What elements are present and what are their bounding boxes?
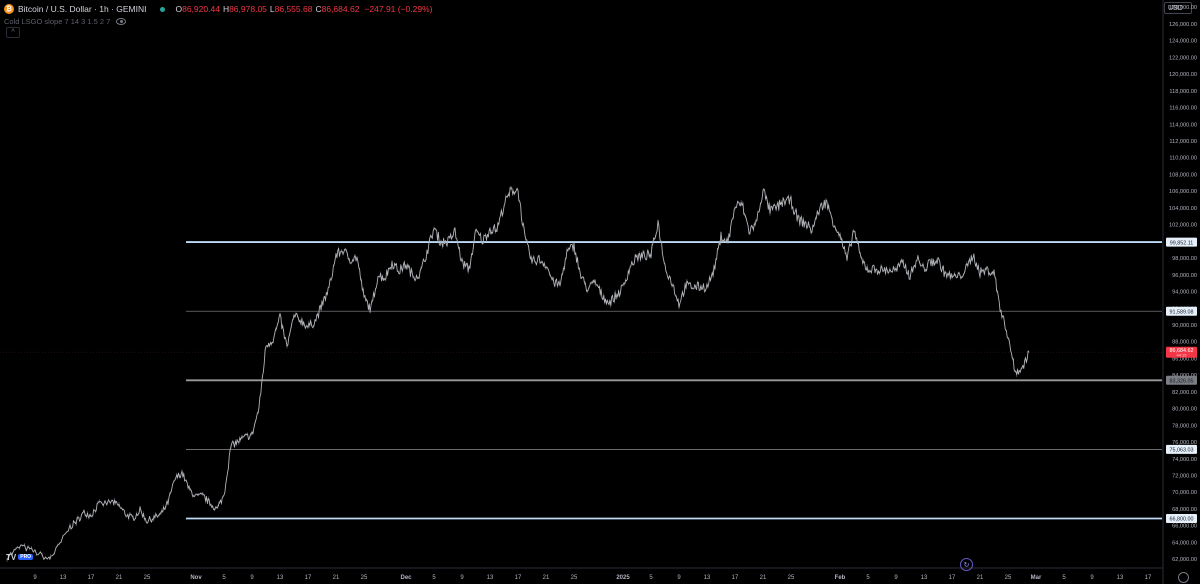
x-tick-label: 5 — [866, 575, 870, 581]
y-tick-label: 104,000.00 — [1169, 206, 1197, 212]
x-tick-label: Dec — [400, 575, 412, 581]
logo-text: TV — [6, 552, 17, 562]
horizontal-levels — [0, 241, 1162, 520]
x-tick-label: 17 — [949, 575, 956, 581]
y-tick-label: 122,000.00 — [1169, 55, 1197, 61]
x-tick-label: 17 — [305, 575, 312, 581]
x-tick-label: 13 — [60, 575, 67, 581]
y-tick-label: 80,000.00 — [1172, 407, 1197, 413]
go-to-realtime-icon[interactable]: ↻ — [960, 558, 973, 571]
y-tick-label: 64,000.00 — [1172, 540, 1197, 546]
price-chart[interactable]: 62,000.00 64,000.00 66,000.00 68,000.00 70,0… — [0, 0, 1200, 584]
countdown-label: 44:15 — [1176, 352, 1187, 357]
y-tick-label: 128,000.00 — [1169, 5, 1197, 11]
x-tick-label: 17 — [88, 575, 95, 581]
price-line — [6, 187, 1030, 561]
x-tick-label: 13 — [704, 575, 711, 581]
y-tick-label: 112,000.00 — [1169, 139, 1197, 145]
price-tags: 99,852.11 91,589.08 83,326.05 75,063.03 66,8… — [1166, 237, 1197, 523]
level-price-label: 91,589.08 — [1170, 309, 1194, 315]
x-tick-label: 17 — [1145, 575, 1152, 581]
y-tick-label: 74,000.00 — [1172, 457, 1197, 463]
x-tick-label: 13 — [921, 575, 928, 581]
y-tick-label: 116,000.00 — [1169, 106, 1197, 112]
y-tick-label: 70,000.00 — [1172, 490, 1197, 496]
level-price-label: 83,326.05 — [1170, 378, 1194, 384]
y-tick-label: 110,000.00 — [1169, 156, 1197, 162]
y-tick-label: 114,000.00 — [1169, 122, 1197, 128]
y-tick-label: 106,000.00 — [1169, 189, 1197, 195]
x-tick-label: 13 — [487, 575, 494, 581]
y-tick-label: 102,000.00 — [1169, 223, 1197, 229]
x-tick-label: 17 — [515, 575, 522, 581]
x-tick-label: 21 — [116, 575, 123, 581]
x-tick-label: 9 — [894, 575, 898, 581]
x-tick-label: 9 — [250, 575, 254, 581]
x-tick-label: 9 — [460, 575, 464, 581]
tradingview-logo[interactable]: TV PRO — [6, 552, 40, 562]
x-tick-label: 5 — [222, 575, 226, 581]
x-tick-label: 25 — [1005, 575, 1012, 581]
x-tick-label: 5 — [432, 575, 436, 581]
x-tick-label: 21 — [333, 575, 340, 581]
level-price-label: 75,063.03 — [1170, 448, 1194, 454]
x-tick-label: 21 — [977, 575, 984, 581]
x-tick-label: 2025 — [616, 575, 630, 581]
y-tick-label: 94,000.00 — [1172, 290, 1197, 296]
x-tick-label: 5 — [1062, 575, 1066, 581]
time-axis: 9 13 17 21 25 Nov 5 9 13 17 21 25 Dec 5 9 13 17 21 25 2025 5… — [0, 567, 1163, 581]
y-tick-label: 78,000.00 — [1172, 423, 1197, 429]
x-tick-label: 25 — [788, 575, 795, 581]
pro-badge: PRO — [18, 554, 34, 560]
x-tick-label: 9 — [1090, 575, 1094, 581]
y-tick-label: 118,000.00 — [1169, 89, 1197, 95]
y-tick-label: 82,000.00 — [1172, 390, 1197, 396]
y-tick-label: 72,000.00 — [1172, 474, 1197, 480]
x-tick-label: 17 — [732, 575, 739, 581]
x-tick-label: Mar — [1031, 575, 1042, 581]
y-tick-label: 62,000.00 — [1172, 557, 1197, 563]
x-tick-label: 13 — [1117, 575, 1124, 581]
y-tick-label: 126,000.00 — [1169, 22, 1197, 28]
x-tick-label: 25 — [571, 575, 578, 581]
x-tick-label: 13 — [277, 575, 284, 581]
y-tick-label: 120,000.00 — [1169, 72, 1197, 78]
x-tick-label: Feb — [835, 575, 846, 581]
x-tick-label: Nov — [190, 575, 202, 581]
level-price-label: 66,800.00 — [1170, 517, 1194, 523]
y-tick-label: 98,000.00 — [1172, 256, 1197, 262]
x-tick-label: 21 — [543, 575, 550, 581]
y-tick-label: 66,000.00 — [1172, 524, 1197, 530]
y-tick-label: 108,000.00 — [1169, 172, 1197, 178]
x-tick-label: 9 — [677, 575, 681, 581]
y-tick-label: 88,000.00 — [1172, 340, 1197, 346]
level-price-label: 99,852.11 — [1170, 240, 1194, 246]
x-tick-label: 25 — [361, 575, 368, 581]
gear-icon[interactable] — [1178, 572, 1189, 583]
x-tick-label: 5 — [649, 575, 653, 581]
x-tick-label: 25 — [144, 575, 151, 581]
price-axis: 62,000.00 64,000.00 66,000.00 68,000.00 70,0… — [1162, 0, 1197, 584]
y-tick-label: 68,000.00 — [1172, 507, 1197, 513]
y-tick-label: 96,000.00 — [1172, 273, 1197, 279]
x-tick-label: 21 — [760, 575, 767, 581]
y-tick-label: 90,000.00 — [1172, 323, 1197, 329]
x-tick-label: 9 — [33, 575, 37, 581]
y-tick-label: 124,000.00 — [1169, 39, 1197, 45]
